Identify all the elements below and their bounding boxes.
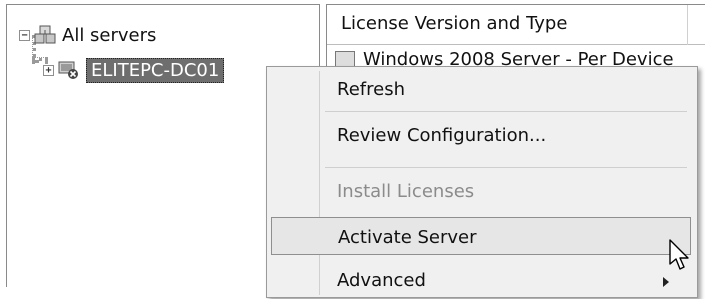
tree-item-server[interactable]: + ELITEPC-DC01 <box>43 57 225 83</box>
menu-item-label: Refresh <box>337 79 405 100</box>
menu-separator <box>325 111 687 112</box>
menu-item-label: Install Licenses <box>337 181 475 202</box>
tree-item-label-selected[interactable]: ELITEPC-DC01 <box>86 57 225 83</box>
tree-item-label[interactable]: All servers <box>62 25 156 46</box>
column-header[interactable]: License Version and Type <box>327 5 705 45</box>
menu-item-label: Activate Server <box>338 227 477 248</box>
menu-item-refresh[interactable]: Refresh <box>271 70 691 108</box>
mouse-pointer-icon <box>668 238 690 276</box>
menu-item-label: Review Configuration... <box>337 125 547 146</box>
expand-toggle[interactable]: + <box>43 64 54 76</box>
server-group-icon <box>34 25 56 45</box>
menu-item-install-licenses: Install Licenses <box>271 172 691 210</box>
server-error-icon <box>58 60 80 80</box>
menu-item-label: Advanced <box>337 270 426 291</box>
context-menu: Refresh Review Configuration... Install … <box>266 66 698 298</box>
menu-item-advanced[interactable]: Advanced <box>271 261 691 299</box>
column-header-label: License Version and Type <box>341 13 568 34</box>
column-divider[interactable] <box>687 5 688 45</box>
menu-separator <box>325 167 687 168</box>
collapse-toggle[interactable]: − <box>19 29 30 41</box>
menu-item-review-configuration[interactable]: Review Configuration... <box>271 116 691 154</box>
menu-item-activate-server[interactable]: Activate Server <box>271 217 691 255</box>
tree-item-all-servers[interactable]: − All servers <box>19 22 156 48</box>
